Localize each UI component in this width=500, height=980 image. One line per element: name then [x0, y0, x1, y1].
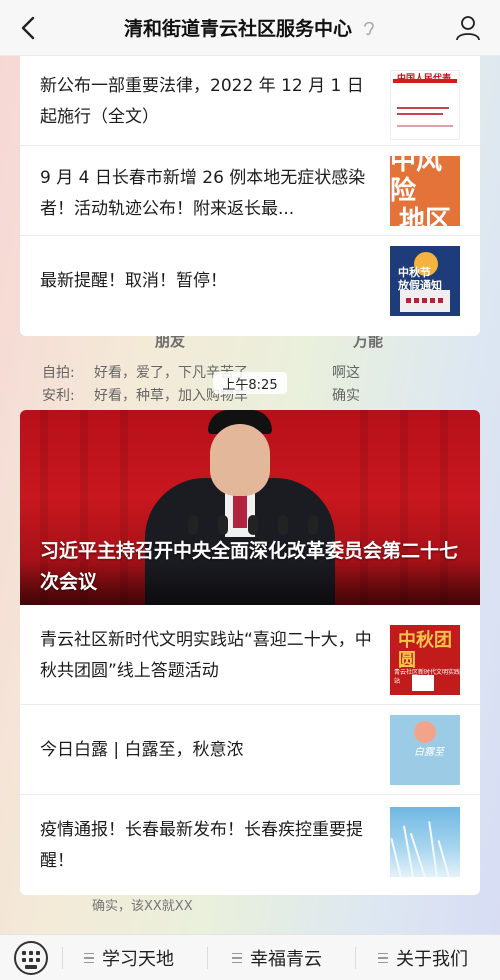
background-row: 安利: 好看，种草，加入购物车 确实: [42, 388, 360, 404]
news-title: 最新提醒！取消！暂停！: [40, 271, 227, 291]
listen-icon[interactable]: [362, 19, 376, 37]
nav-item-study[interactable]: 学习天地: [84, 935, 174, 980]
back-button[interactable]: [10, 10, 46, 46]
list-item[interactable]: 最新提醒！取消！暂停！ 中秋节 放假通知: [20, 236, 480, 336]
news-list-top: 新公布一部重要法律，2022 年 12 月 1 日起施行（全文） 中国人民代表 …: [20, 56, 480, 336]
menu-icon: [378, 952, 388, 964]
news-title: 新公布一部重要法律，2022 年 12 月 1 日起施行（全文）: [40, 76, 364, 127]
news-title: 今日白露 | 白露至，秋意浓: [40, 740, 244, 760]
time-indicator: 上午8:25: [213, 372, 287, 394]
nav-item-happy-qingyun[interactable]: 幸福青云: [232, 935, 322, 980]
news-title: 疫情通报！长春最新发布！长春疾控重要提醒！: [40, 820, 363, 871]
menu-icon: [232, 952, 242, 964]
news-title: 9 月 4 日长春市新增 26 例本地无症状感染者！活动轨迹公布！附来返长最..…: [40, 168, 366, 219]
nav-label: 学习天地: [102, 949, 174, 970]
nav-label: 关于我们: [396, 949, 468, 970]
bottom-navigation: 学习天地 幸福青云 关于我们: [0, 934, 500, 980]
menu-icon: [84, 952, 94, 964]
top-bar: 清和街道青云社区服务中心: [0, 0, 500, 56]
chevron-left-icon: [21, 16, 35, 40]
mid-autumn-quiz-thumbnail: 中秋团圆 青云社区新时代文明实践站: [390, 625, 460, 695]
news-title: 青云社区新时代文明实践站“喜迎二十大，中秋共团圆”线上答题活动: [40, 630, 372, 681]
background-row: 确实，该XX就XX: [92, 899, 193, 914]
mid-autumn-notice-thumbnail: 中秋节 放假通知: [390, 246, 460, 316]
nav-item-about-us[interactable]: 关于我们: [378, 935, 468, 980]
user-icon: [456, 16, 480, 41]
hero-banner[interactable]: 习近平主持召开中央全面深化改革委员会第二十七次会议: [20, 410, 480, 605]
risk-area-thumbnail: 中风险 地区: [390, 156, 460, 226]
page-title: 清和街道青云社区服务中心: [123, 18, 352, 40]
list-item[interactable]: 新公布一部重要法律，2022 年 12 月 1 日起施行（全文） 中国人民代表: [20, 56, 480, 146]
list-item[interactable]: 疫情通报！长春最新发布！长春疾控重要提醒！: [20, 795, 480, 895]
document-thumbnail: 中国人民代表: [390, 70, 460, 140]
keyboard-icon[interactable]: [14, 941, 48, 975]
user-profile-button[interactable]: [450, 10, 486, 46]
nav-label: 幸福青云: [250, 949, 322, 970]
list-item[interactable]: 9 月 4 日长春市新增 26 例本地无症状感染者！活动轨迹公布！附来返长最..…: [20, 146, 480, 236]
list-item[interactable]: 今日白露 | 白露至，秋意浓 白露至: [20, 705, 480, 795]
white-dew-thumbnail: 白露至: [390, 715, 460, 785]
background-row: 自拍: 好看，爱了，下凡辛苦了 啊这: [42, 365, 360, 381]
reeds-thumbnail: [390, 807, 460, 877]
news-list-bottom: 习近平主持召开中央全面深化改革委员会第二十七次会议 青云社区新时代文明实践站“喜…: [20, 410, 480, 895]
hero-title: 习近平主持召开中央全面深化改革委员会第二十七次会议: [40, 540, 459, 593]
list-item[interactable]: 青云社区新时代文明实践站“喜迎二十大，中秋共团圆”线上答题活动 中秋团圆 青云社…: [20, 605, 480, 705]
